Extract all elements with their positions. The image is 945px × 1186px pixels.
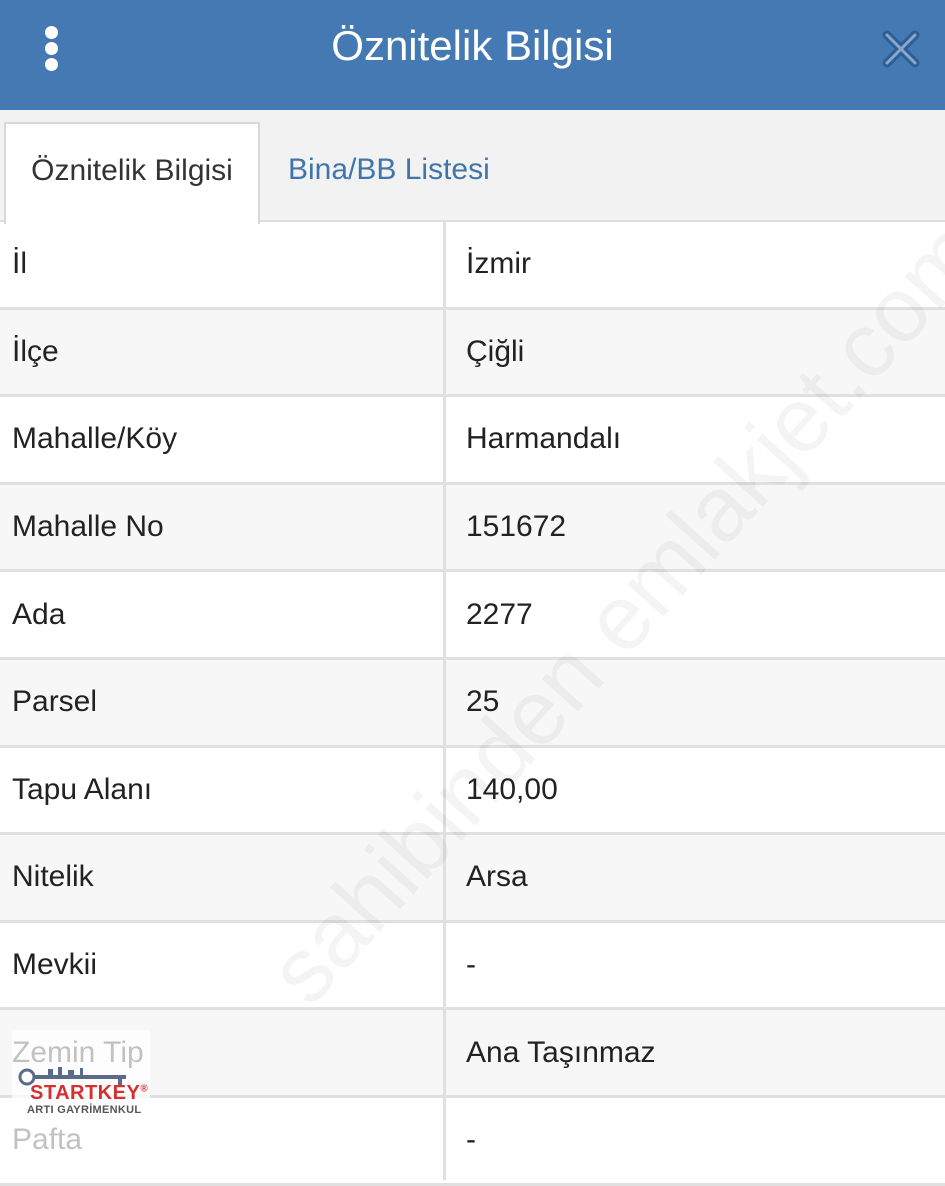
page-title: Öznitelik Bilgisi xyxy=(331,22,614,69)
table-row: Mahalle/Köy Harmandalı xyxy=(0,397,945,485)
table-row: İl İzmir xyxy=(0,222,945,310)
title-bar: Öznitelik Bilgisi xyxy=(0,0,945,110)
row-value: Harmandalı xyxy=(466,422,622,456)
table-row: Mevkii - xyxy=(0,923,945,1011)
table-row: Tapu Alanı 140,00 xyxy=(0,748,945,836)
row-label: Ada xyxy=(12,597,66,631)
row-label: Mahalle/Köy xyxy=(12,422,178,456)
tab-bar: Öznitelik Bilgisi Bina/BB Listesi xyxy=(0,110,945,224)
table-row: İlçe Çiğli xyxy=(0,309,945,398)
table-row: Parsel 25 xyxy=(0,659,945,748)
row-value: 2277 xyxy=(466,597,533,631)
close-icon[interactable] xyxy=(878,26,924,72)
row-value: - xyxy=(466,948,476,982)
row-label: Parsel xyxy=(12,685,98,719)
row-label: Mevkii xyxy=(12,948,98,982)
row-label: Nitelik xyxy=(12,860,94,894)
row-value: Ana Taşınmaz xyxy=(466,1035,656,1069)
row-value: 151672 xyxy=(466,510,567,544)
row-label: İl xyxy=(12,247,27,281)
logo-name: STARTKEY® xyxy=(30,1082,149,1104)
table-row: Nitelik Arsa xyxy=(0,835,945,923)
row-value: Arsa xyxy=(466,860,528,894)
tab-bina-bb-listesi[interactable]: Bina/BB Listesi xyxy=(288,122,490,218)
row-value: 140,00 xyxy=(466,772,558,806)
table-row: Ada 2277 xyxy=(0,572,945,660)
table-row: Mahalle No 151672 xyxy=(0,484,945,573)
row-label: Mahalle No xyxy=(12,510,164,544)
column-divider xyxy=(443,222,446,1180)
tab-oznitelik-bilgisi[interactable]: Öznitelik Bilgisi xyxy=(4,122,260,224)
row-label: Tapu Alanı xyxy=(12,772,153,806)
logo-subtitle: ARTI GAYRİMENKUL xyxy=(27,1104,142,1116)
row-label: İlçe xyxy=(12,334,59,368)
row-value: - xyxy=(466,1123,476,1157)
startkey-logo: STARTKEY® ARTI GAYRİMENKUL xyxy=(12,1030,150,1158)
row-value: 25 xyxy=(466,685,500,719)
row-value: Çiğli xyxy=(466,334,525,368)
row-value: İzmir xyxy=(466,247,531,281)
